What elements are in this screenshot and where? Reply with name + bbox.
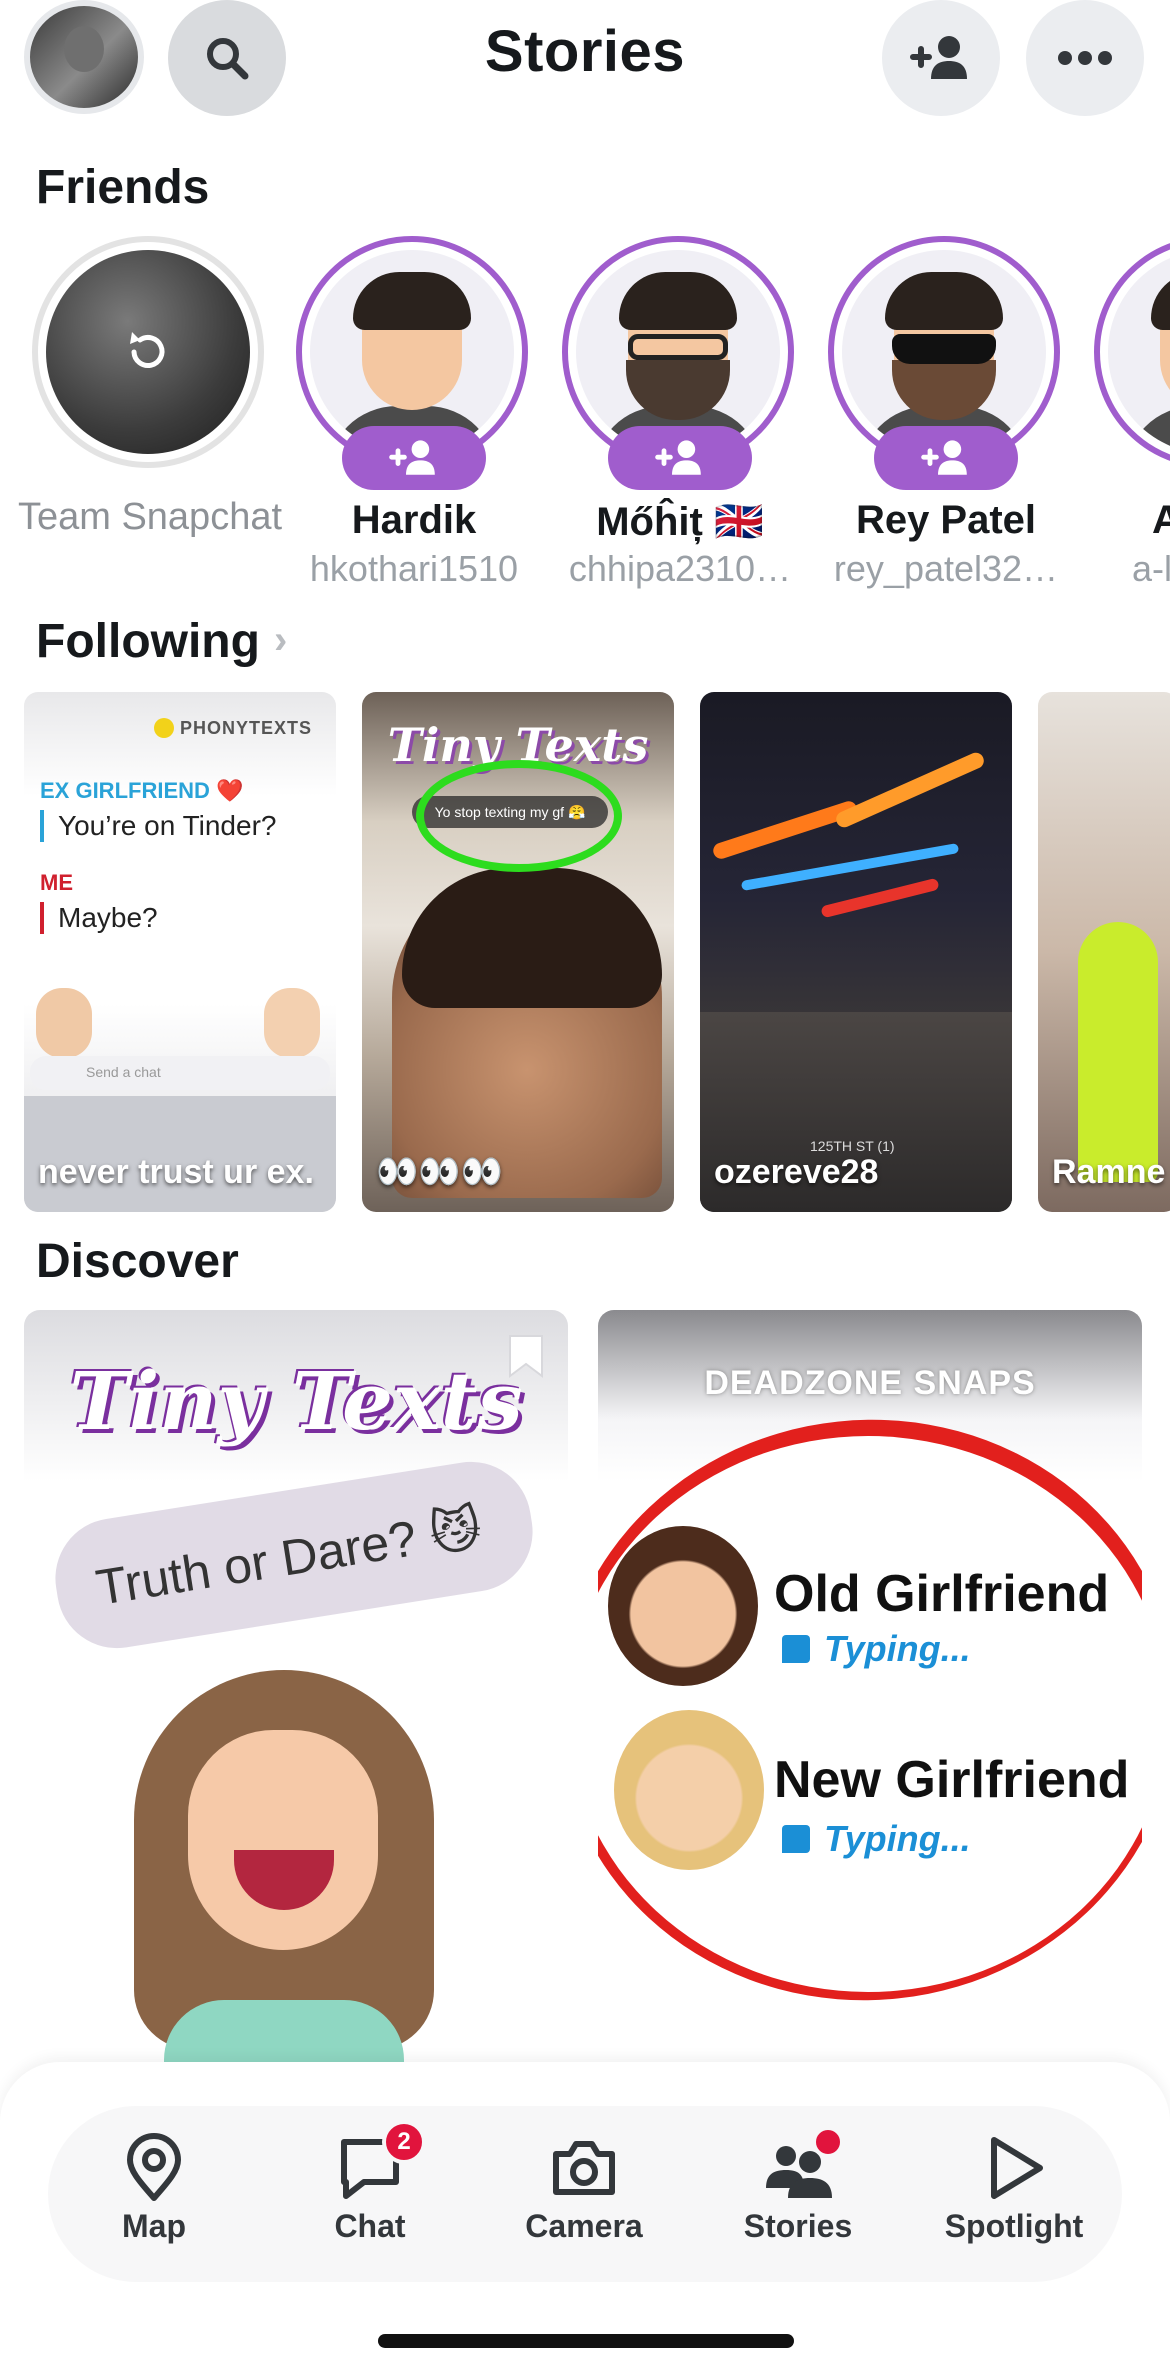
neon-light (711, 799, 859, 861)
map-pin-icon (127, 2133, 181, 2201)
nav-map[interactable]: Map (64, 2126, 244, 2266)
check-icon (153, 718, 174, 738)
message-text: You’re on Tinder? (40, 810, 276, 842)
story-thumbnail (46, 250, 250, 454)
camera-icon (553, 2141, 615, 2195)
replay-icon (130, 332, 165, 368)
bitmoji-avatar (310, 250, 514, 454)
story-photo-hair (402, 868, 662, 1008)
bitmoji-sticker (36, 988, 92, 1058)
following-section-title[interactable]: Following › (36, 614, 287, 669)
caption-bubble: Truth or Dare? 😼 (46, 1453, 542, 1657)
unread-badge: 2 (382, 2120, 426, 2164)
brand-label: PHONYTEXTS (153, 718, 312, 739)
more-icon (1058, 51, 1112, 65)
nav-label: Camera (525, 2208, 643, 2244)
add-friend-badge[interactable] (608, 426, 752, 490)
add-friend-button[interactable] (882, 0, 1000, 116)
nav-label: Stories (743, 2208, 853, 2244)
friend-name: Hardik (351, 498, 477, 542)
nav-camera[interactable]: Camera (494, 2126, 674, 2266)
bitmoji-illustration (134, 1670, 434, 2090)
new-stories-dot (812, 2126, 844, 2158)
nav-chat[interactable]: 2 Chat (280, 2120, 460, 2266)
message-text: Maybe? (40, 902, 158, 934)
bitmoji-avatar (608, 1526, 758, 1686)
friend-avatar-ring (32, 236, 264, 468)
nav-label: Map (122, 2208, 186, 2244)
nav-spotlight[interactable]: Spotlight (924, 2126, 1104, 2266)
friend-name: Rey Patel (855, 498, 1037, 542)
discover-section-title: Discover (36, 1235, 239, 1288)
following-story-card[interactable]: 125TH ST (1) ozereve28 (700, 692, 1012, 1212)
bitmoji-avatar (842, 250, 1046, 454)
add-friend-badge[interactable] (342, 426, 486, 490)
nav-label: Spotlight (944, 2208, 1084, 2244)
chevron-right-icon: › (273, 618, 288, 662)
row-title: New Girlfriend (774, 1751, 1130, 1809)
highlight-circle (416, 760, 622, 872)
add-friend-icon (921, 440, 967, 475)
friend-story-partial[interactable]: A a-l (1094, 236, 1170, 596)
story-title: ozereve28 (714, 1153, 879, 1191)
friend-avatar-ring (1094, 236, 1170, 468)
friend-name: Team Snapchat (17, 496, 283, 538)
friend-name: A (1152, 498, 1170, 542)
story-photo (1078, 922, 1158, 1182)
following-story-card[interactable]: Tiny Texts Yo stop texting my gf 😤 👀👀👀 (362, 692, 674, 1212)
following-story-card[interactable]: PHONYTEXTS EX GIRLFRIEND ❤️ You’re on Ti… (24, 692, 336, 1212)
bitmoji-avatar (1108, 250, 1170, 454)
home-indicator[interactable] (378, 2334, 794, 2348)
message-sender-label: ME (40, 870, 73, 895)
following-title-text: Following (36, 615, 260, 668)
friend-username: hkothari1510 (309, 548, 519, 589)
add-friend-badge[interactable] (874, 426, 1018, 490)
friend-username: rey_patel32… (833, 548, 1059, 589)
add-friend-icon (655, 440, 701, 475)
friends-section-title: Friends (36, 161, 210, 214)
story-title: 👀👀👀 (376, 1153, 504, 1191)
typing-status: Typing... (782, 1628, 971, 1670)
add-friend-icon (910, 36, 967, 79)
row-title: Old Girlfriend (774, 1565, 1110, 1623)
more-options-button[interactable] (1026, 0, 1144, 116)
neon-light (820, 877, 940, 919)
neon-light (833, 750, 987, 830)
story-title: Ramne (1052, 1153, 1166, 1191)
bitmoji-avatar (614, 1710, 764, 1870)
discover-card[interactable]: DEADZONE SNAPS Old Girlfriend Typing... … (598, 1310, 1142, 2090)
friend-username: chhipa2310… (568, 548, 792, 589)
chat-input-mock: Send a chat (30, 1056, 330, 1090)
bitmoji-avatar (576, 250, 780, 454)
typing-status: Typing... (782, 1818, 971, 1860)
following-story-card[interactable]: Ramne (1038, 692, 1170, 1212)
story-title: never trust ur ex. (38, 1153, 314, 1191)
tiny-texts-logo: Tiny Texts (69, 1354, 523, 1448)
nav-stories[interactable]: Stories (708, 2126, 888, 2266)
play-icon (991, 2137, 1043, 2199)
message-sender-label: EX GIRLFRIEND ❤️ (40, 778, 244, 803)
brand-label: DEADZONE SNAPS (704, 1364, 1036, 1402)
discover-card[interactable]: Tiny Texts Truth or Dare? 😼 (24, 1310, 568, 2090)
friend-username: a-l (1132, 548, 1170, 589)
nav-label: Chat (334, 2208, 406, 2244)
top-bar: Stories (0, 0, 1170, 150)
friend-name: Mőĥiț 🇬🇧 (596, 500, 764, 544)
add-friend-icon (389, 440, 435, 475)
bitmoji-sticker (264, 988, 320, 1058)
